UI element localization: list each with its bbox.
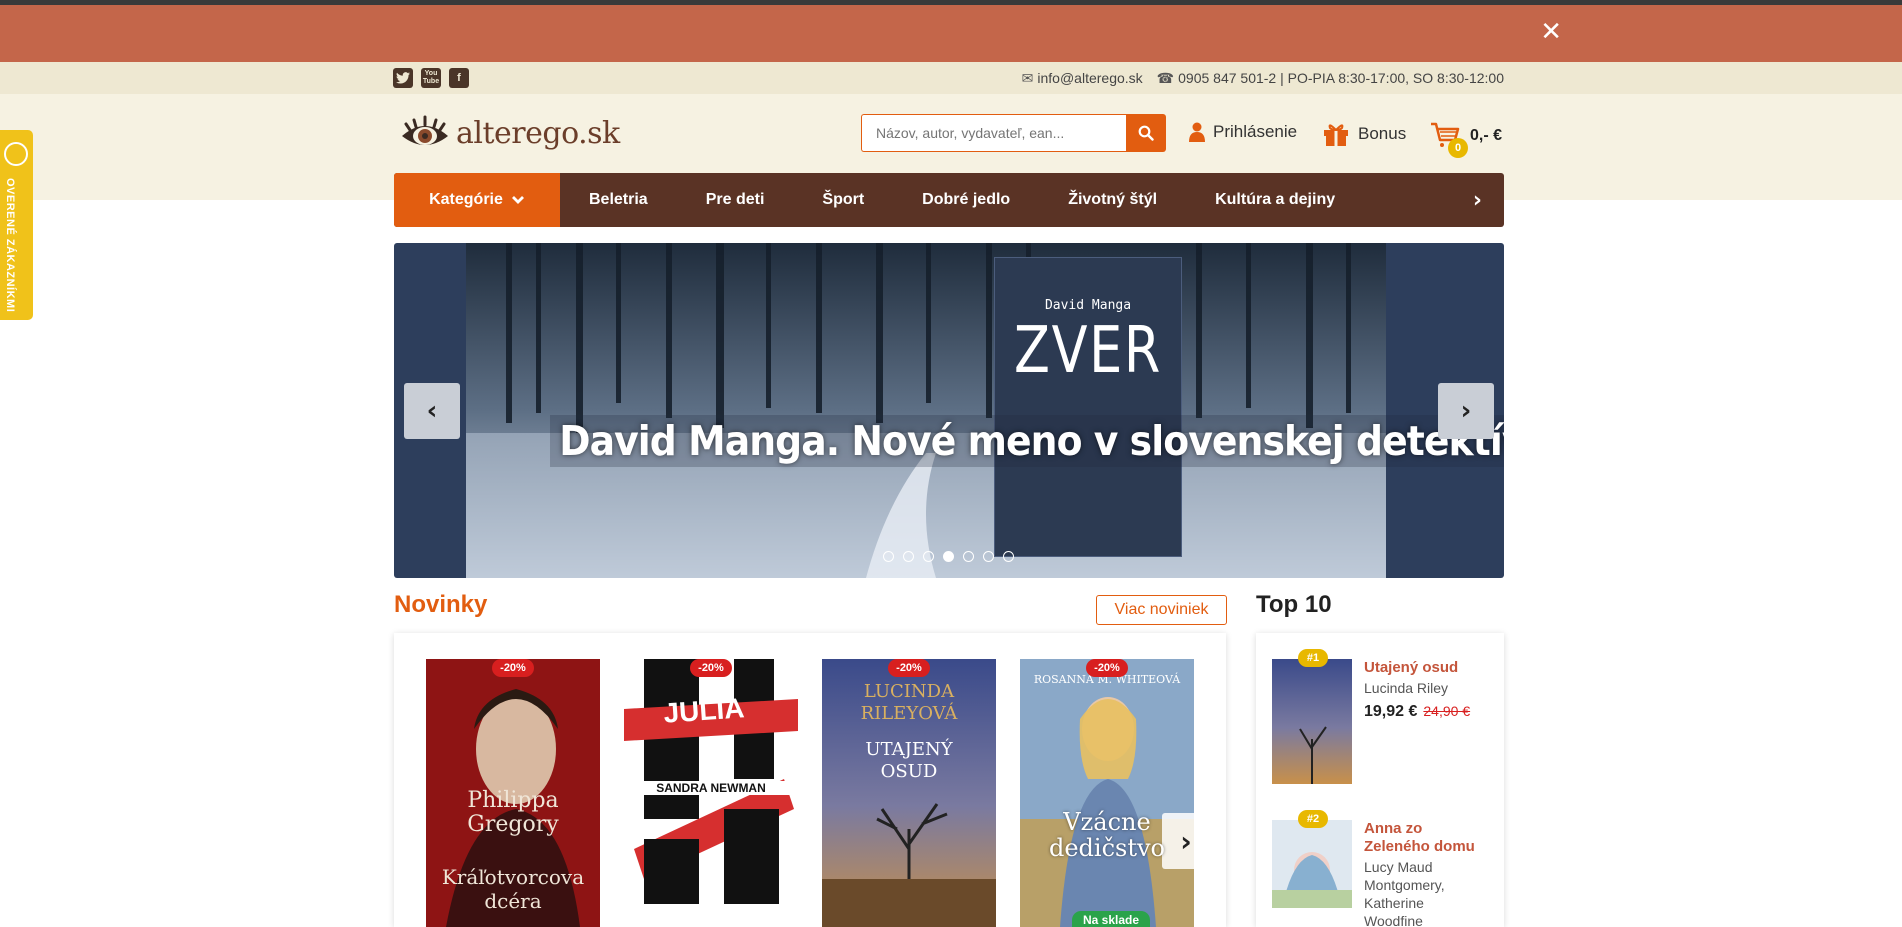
youtube-icon[interactable]: You Tube	[421, 68, 441, 88]
cart-total: 0,- €	[1470, 127, 1503, 144]
book-cover-title: Kráľotvorcova dcéra	[441, 865, 585, 913]
book-cover-author: LUCINDA RILEYOVÁ	[860, 681, 958, 724]
cart-count-badge: 0	[1448, 138, 1468, 158]
nav-item-pre-deti[interactable]: Pre deti	[677, 173, 794, 227]
phone-icon: ☎	[1156, 70, 1175, 86]
book-cover-image	[1020, 659, 1194, 927]
user-icon	[1189, 122, 1205, 142]
carousel-dots	[883, 551, 1014, 562]
top10-item[interactable]: #2 Anna zo Zeleného domu Lucy Maud Montg…	[1272, 810, 1492, 927]
logo-text: alterego.sk	[456, 115, 620, 151]
top10-book-title[interactable]: Utajený osud	[1364, 659, 1484, 677]
discount-badge: -20%	[690, 659, 732, 677]
carousel-dot-active[interactable]	[943, 551, 954, 562]
hero-book-title: ZVER	[1013, 314, 1163, 388]
more-novinky-button[interactable]: Viac noviniek	[1096, 595, 1227, 625]
email-text: info@alterego.sk	[1037, 70, 1143, 86]
envelope-icon: ✉	[1021, 70, 1034, 86]
search-form	[861, 114, 1166, 152]
book-cover-title: UTAJENÝ OSUD	[865, 739, 953, 782]
chevron-right-icon[interactable]: ›	[1473, 188, 1482, 213]
top10-book-cover	[1272, 659, 1352, 784]
book-cover-author: Philippa Gregory	[467, 788, 559, 837]
in-stock-badge: Na sklade	[1072, 911, 1150, 927]
bonus-label: Bonus	[1358, 124, 1407, 143]
hero-headline: David Manga. Nové meno v slovenskej dete…	[550, 415, 1504, 467]
eye-logo-icon	[402, 115, 448, 145]
site-logo[interactable]: alterego.sk	[400, 114, 620, 152]
carousel-dot[interactable]	[1003, 551, 1014, 562]
book-cover-title: Vzácne dedičstvo	[1048, 808, 1165, 862]
carousel-next-button[interactable]: ›	[1438, 383, 1494, 439]
bonus-link[interactable]: Bonus	[1322, 122, 1406, 146]
carousel-dot[interactable]	[883, 551, 894, 562]
book-card[interactable]: Philippa Gregory Kráľotvorcova dcéra -20…	[426, 659, 600, 927]
search-button[interactable]	[1126, 114, 1166, 152]
facebook-icon[interactable]: f	[449, 68, 469, 88]
main-nav: Kategórie Beletria Pre deti Šport Dobré …	[394, 173, 1504, 227]
top10-item[interactable]: #1 Utajený osud Lucinda Riley 19,92 € 24,…	[1272, 649, 1492, 789]
nav-item-kultura-a-dejiny[interactable]: Kultúra a dejiny	[1186, 173, 1364, 227]
novinky-title: Novinky	[394, 591, 488, 618]
book-card[interactable]: JULIA SANDRA NEWMAN -20%	[624, 659, 798, 927]
nav-item-dobre-jedlo[interactable]: Dobré jedlo	[893, 173, 1039, 227]
info-bar: You Tube f ✉ info@alterego.sk ☎ 0905 847 5…	[0, 62, 1902, 94]
top10-price: 19,92 €	[1364, 703, 1418, 720]
login-label: Prihlásenie	[1213, 122, 1298, 141]
carousel-prev-button[interactable]: ‹	[404, 383, 460, 439]
twitter-icon[interactable]	[393, 68, 413, 88]
gift-icon	[1324, 124, 1348, 146]
carousel-dot[interactable]	[963, 551, 974, 562]
promo-bar: ✕	[0, 5, 1902, 62]
top10-old-price: 24,90 €	[1423, 703, 1471, 719]
carousel-dot[interactable]	[983, 551, 994, 562]
nav-item-beletria[interactable]: Beletria	[560, 173, 677, 227]
book-card[interactable]: ROSANNA M. WHITEOVÁ Vzácne dedičstvo -20…	[1020, 659, 1194, 927]
categories-label: Kategórie	[429, 191, 503, 208]
rank-badge: #1	[1298, 649, 1328, 667]
nav-item-sport[interactable]: Šport	[793, 173, 893, 227]
carousel-dot[interactable]	[923, 551, 934, 562]
discount-badge: -20%	[888, 659, 930, 677]
top10-title: Top 10	[1256, 591, 1332, 618]
top10-book-title[interactable]: Anna zo Zeleného domu	[1364, 820, 1484, 856]
verified-customers-badge[interactable]: OVERENÉ ZÁKAZNÍKMI	[0, 130, 33, 320]
discount-badge: -20%	[1086, 659, 1128, 677]
search-input[interactable]	[861, 114, 1126, 152]
phone-text: 0905 847 501-2 | PO-PIA 8:30-17:00, SO 8…	[1178, 70, 1504, 86]
top10-book-author: Lucy Maud Montgomery, Katherine Woodfine	[1364, 859, 1445, 927]
social-links: You Tube f	[393, 68, 469, 88]
hero-book-author: David Manga	[1044, 298, 1132, 313]
verified-label: OVERENÉ ZÁKAZNÍKMI	[4, 178, 16, 313]
email-contact[interactable]: ✉ info@alterego.sk	[1022, 70, 1143, 87]
chevron-down-icon	[511, 196, 524, 204]
hero-book-cover[interactable]: David Manga ZVER	[994, 257, 1182, 557]
seal-icon	[4, 142, 28, 166]
close-icon[interactable]: ✕	[1540, 17, 1562, 47]
contact-info: ✉ info@alterego.sk ☎ 0905 847 501-2 | PO-P…	[1022, 70, 1504, 87]
book-card[interactable]: LUCINDA RILEYOVÁ UTAJENÝ OSUD -20%	[822, 659, 996, 927]
categories-menu[interactable]: Kategórie	[394, 173, 560, 227]
hero-banner-image	[466, 243, 1386, 578]
phone-contact: ☎ 0905 847 501-2 | PO-PIA 8:30-17:00, SO …	[1157, 70, 1504, 87]
cart-link[interactable]: 0 0,- €	[1430, 122, 1503, 158]
nav-item-zivotny-styl[interactable]: Životný štýl	[1039, 173, 1186, 227]
top10-book-author: Lucinda Riley	[1364, 680, 1449, 696]
search-icon	[1138, 125, 1154, 141]
carousel-dot[interactable]	[903, 551, 914, 562]
top10-price-row: 19,92 € 24,90 €	[1364, 703, 1470, 721]
login-link[interactable]: Prihlásenie	[1189, 122, 1297, 142]
hero-carousel: David Manga ZVER David Manga. Nové meno …	[394, 243, 1504, 578]
top10-book-cover	[1272, 820, 1352, 908]
rank-badge: #2	[1298, 810, 1328, 828]
book-cover-author: SANDRA NEWMAN	[624, 781, 798, 795]
discount-badge: -20%	[492, 659, 534, 677]
